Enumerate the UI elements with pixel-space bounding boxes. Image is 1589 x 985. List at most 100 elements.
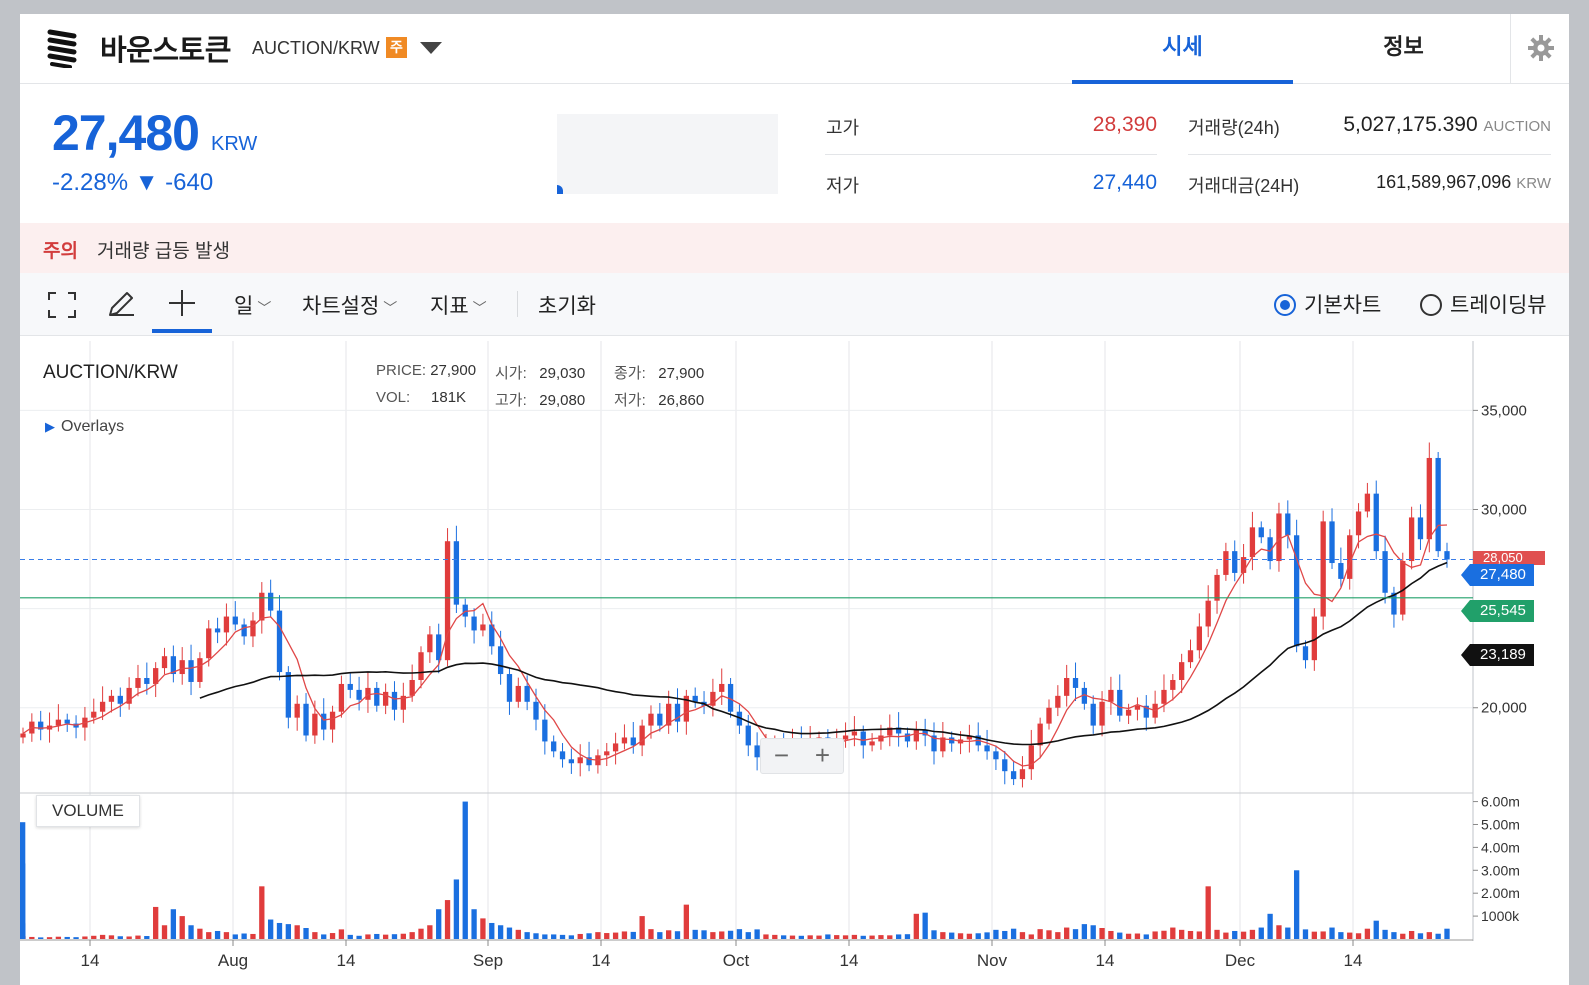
volume-bar — [188, 925, 194, 939]
basic-chart-radio[interactable]: 기본차트 — [1274, 289, 1381, 319]
pencil-icon[interactable] — [106, 289, 136, 319]
price-tag-green-line: 25,545 — [1461, 600, 1534, 622]
volume-bar — [312, 932, 318, 939]
volume-bar — [1258, 927, 1264, 939]
volume-bar — [144, 936, 150, 939]
volume-bar — [1373, 920, 1379, 939]
candle-body — [276, 610, 283, 673]
triangle-right-icon: ▶ — [45, 419, 55, 434]
zoom-in-button[interactable]: + — [802, 741, 843, 769]
candle-body — [1002, 759, 1008, 772]
volume-bar — [1400, 933, 1406, 939]
volume-bar — [710, 932, 716, 939]
candle-body — [1426, 457, 1432, 540]
chart-toolbar: 일 ﹀ 차트설정 ﹀ 지표 ﹀ 초기화 기본차트 트레이딩뷰 — [20, 273, 1569, 336]
volume-bar — [1055, 932, 1061, 939]
stat-divider — [825, 154, 1157, 155]
candle-body — [108, 695, 115, 702]
price-tag-ma-long: 23,189 — [1461, 644, 1534, 666]
volume-bar — [303, 928, 309, 939]
volume-bar — [1311, 931, 1317, 939]
ohlc-high-label: 고가: — [495, 392, 527, 409]
candle-body — [1400, 561, 1406, 615]
volume-bar — [1276, 925, 1282, 939]
candle-body — [303, 703, 309, 736]
volume-tick-label: 3.00m — [1481, 862, 1520, 878]
overlays-label: Overlays — [61, 418, 125, 435]
volume-bar — [957, 933, 964, 939]
price-chart[interactable]: 20,00025,00030,00035,0001000k2.00m3.00m4… — [20, 341, 1569, 985]
volume-bar — [1329, 927, 1335, 939]
reset-button[interactable]: 초기화 — [538, 290, 596, 320]
x-tick-label: Sep — [473, 951, 503, 970]
chart-settings-menu[interactable]: 차트설정 ﹀ — [302, 290, 397, 320]
volume-bar — [170, 909, 177, 939]
volume-bar — [595, 932, 601, 939]
volume-bar — [1019, 932, 1026, 939]
candle-body — [267, 592, 274, 611]
volume-bar — [223, 932, 230, 939]
volume-bar — [347, 934, 353, 939]
volume-bar — [497, 925, 504, 939]
volume-bar — [1134, 933, 1141, 939]
chevron-down-icon: ﹀ — [257, 300, 272, 316]
tab-info[interactable]: 정보 — [1293, 14, 1514, 83]
indicator-menu[interactable]: 지표 ﹀ — [430, 290, 487, 320]
stat-divider — [1188, 154, 1551, 155]
candle-body — [1099, 701, 1105, 726]
candle-body — [612, 743, 619, 752]
amount-24h-label: 거래대금(24H) — [1188, 176, 1300, 196]
volume-bar — [489, 922, 495, 939]
price-change: -2.28% ▼ -640 — [52, 169, 214, 196]
candle-body — [1055, 695, 1061, 708]
candle-body — [1125, 709, 1132, 716]
volume-bar — [586, 933, 592, 939]
tradingview-radio[interactable]: 트레이딩뷰 — [1420, 289, 1547, 319]
volume-bar — [46, 937, 53, 939]
candle-body — [1037, 723, 1043, 746]
volume-bar — [1152, 931, 1158, 939]
volume-bar — [276, 922, 283, 939]
volume-bar — [1426, 932, 1432, 939]
low-value: 27,440 — [1092, 171, 1157, 194]
volume-tick-label: 5.00m — [1481, 816, 1520, 832]
tradingview-label: 트레이딩뷰 — [1450, 294, 1547, 317]
y-tick-label: 30,000 — [1481, 502, 1527, 519]
candle-body — [577, 757, 583, 764]
candle-body — [754, 745, 760, 758]
volume-bar — [1081, 924, 1088, 939]
crosshair-icon[interactable] — [168, 289, 196, 317]
candle-body — [869, 741, 875, 746]
candle-body — [1187, 650, 1194, 663]
period-menu[interactable]: 일 ﹀ — [234, 290, 271, 320]
volume-bar — [356, 935, 362, 939]
volume-bar — [666, 930, 672, 939]
candle-body — [1064, 678, 1070, 696]
candle-body — [515, 685, 521, 702]
ohlc-low-label: 저가: — [614, 392, 646, 409]
volume-bar — [1355, 933, 1362, 939]
ohlc-open-label: 시가: — [495, 365, 527, 382]
candlestick-chart[interactable]: 20,00025,00030,00035,0001000k2.00m3.00m4… — [20, 341, 1569, 985]
candle-body — [347, 683, 353, 690]
volume-bar — [966, 933, 973, 939]
overlays-toggle[interactable]: ▶ Overlays — [45, 418, 124, 436]
coin-dropdown-icon[interactable] — [420, 42, 442, 54]
settings-button[interactable] — [1510, 14, 1569, 83]
zoom-out-button[interactable]: − — [761, 741, 802, 769]
volume-bar — [99, 934, 106, 939]
price-tag-ma-short: 28,050 — [1473, 551, 1545, 565]
volume-bar — [931, 930, 937, 939]
candle-body — [250, 620, 256, 637]
volume-bar — [648, 929, 654, 939]
volume-bar — [73, 937, 79, 939]
candle-body — [1072, 678, 1079, 688]
candle-body — [374, 687, 380, 706]
tab-price[interactable]: 시세 — [1072, 14, 1293, 84]
candle-body — [20, 733, 26, 738]
volume-bar — [551, 934, 557, 939]
candle-body — [1302, 646, 1309, 661]
candle-body — [1134, 705, 1141, 710]
volume-bar — [736, 929, 743, 939]
fullscreen-icon[interactable] — [48, 292, 76, 318]
